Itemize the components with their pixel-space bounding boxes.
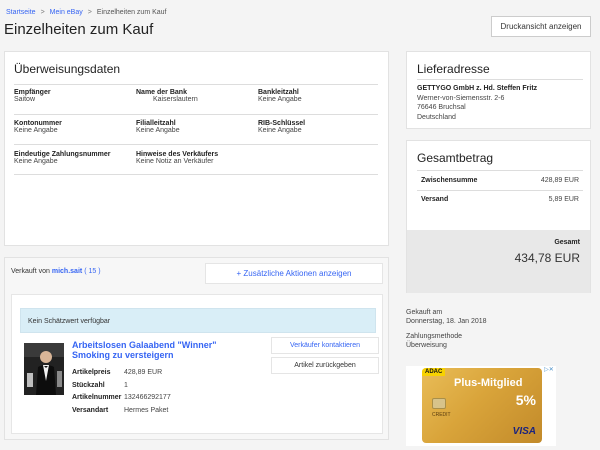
detail-value: 1 bbox=[124, 381, 128, 389]
breadcrumb-separator: > bbox=[40, 9, 45, 16]
item-panel: Kein Schätzwert verfügbar Arbeitslosen G… bbox=[11, 294, 383, 434]
divider bbox=[14, 174, 378, 175]
subtotal-row: Zwischensumme 428,89 EUR bbox=[421, 177, 579, 184]
return-item-button[interactable]: Artikel zurückgeben bbox=[271, 357, 379, 374]
seller-prefix: Verkauft von bbox=[11, 268, 50, 275]
address-city: 76646 Bruchsal bbox=[417, 104, 466, 111]
subtotal-label: Zwischensumme bbox=[421, 177, 478, 184]
total-amount-card: Gesamtbetrag Zwischensumme 428,89 EUR Ve… bbox=[406, 140, 591, 293]
field-label: Filialleitzahl bbox=[136, 120, 176, 127]
subtotal-value: 428,89 EUR bbox=[540, 177, 579, 184]
field-account-number: Kontonummer Keine Angabe bbox=[14, 120, 62, 134]
purchase-date-label: Gekauft am bbox=[406, 309, 443, 316]
shipping-label: Versand bbox=[421, 196, 449, 203]
delivery-address-card: Lieferadresse GETTYGO GmbH z. Hd. Steffe… bbox=[406, 51, 591, 129]
field-seller-notes: Hinweise des Verkäufers Keine Notiz an V… bbox=[136, 151, 218, 165]
ad-headline: Plus-Mitglied bbox=[454, 377, 523, 389]
breadcrumb-home-link[interactable]: Startseite bbox=[6, 9, 36, 16]
contact-seller-button[interactable]: Verkäufer kontaktieren bbox=[271, 337, 379, 354]
shipping-row: Versand 5,89 EUR bbox=[421, 196, 579, 203]
grand-total-label: Gesamt bbox=[554, 239, 580, 246]
field-bank-code: Bankleitzahl Keine Angabe bbox=[258, 89, 302, 103]
detail-value: 132466292177 bbox=[124, 394, 171, 401]
payment-method-value: Überweisung bbox=[406, 342, 447, 349]
field-value: Keine Notiz an Verkäufer bbox=[136, 158, 214, 165]
field-label: RIB-Schlüssel bbox=[258, 120, 306, 127]
grand-total-box: Gesamt 434,78 EUR bbox=[407, 230, 590, 293]
estimate-banner: Kein Schätzwert verfügbar bbox=[20, 308, 376, 333]
field-label: Bankleitzahl bbox=[258, 89, 299, 96]
ad-choices-icon[interactable]: ▷✕ bbox=[544, 366, 554, 374]
field-label: Kontonummer bbox=[14, 120, 62, 127]
divider bbox=[417, 190, 583, 191]
field-payment-reference: Eindeutige Zahlungsnummer Keine Angabe bbox=[14, 151, 110, 165]
page-title: Einzelheiten zum Kauf bbox=[4, 21, 154, 38]
payment-method-label: Zahlungsmethode bbox=[406, 333, 463, 340]
detail-quantity: Stückzahl 1 bbox=[72, 380, 171, 393]
field-bank-name: Name der Bank Kaiserslautern bbox=[136, 89, 198, 103]
divider bbox=[14, 144, 378, 145]
field-rib-key: RIB-Schlüssel Keine Angabe bbox=[258, 120, 305, 134]
ad-network: VISA bbox=[512, 426, 536, 437]
ad-credit-card: ADAC Plus-Mitglied 5% CREDIT VISA bbox=[422, 368, 542, 443]
divider bbox=[14, 114, 378, 115]
ad-brand: ADAC bbox=[422, 368, 446, 376]
seller-info: Verkauft von mich.sait ( 15 ) bbox=[11, 268, 101, 275]
transfer-details-title: Überweisungsdaten bbox=[14, 62, 121, 76]
address-country: Deutschland bbox=[417, 113, 456, 121]
item-title-link[interactable]: Arbeitslosen Galaabend "Winner" Smoking … bbox=[72, 340, 252, 360]
advertisement[interactable]: ▷✕ ADAC Plus-Mitglied 5% CREDIT VISA bbox=[406, 366, 556, 446]
address-street: Werner-von-Siemensstr. 2-6 bbox=[417, 94, 505, 102]
tuxedo-photo-icon bbox=[24, 343, 64, 395]
detail-shipping-method: Versandart Hermes Paket bbox=[72, 405, 171, 418]
total-amount-title: Gesamtbetrag bbox=[417, 151, 494, 165]
field-value: Saitow bbox=[14, 96, 36, 103]
delivery-address-title: Lieferadresse bbox=[417, 62, 490, 76]
order-card: Verkauft von mich.sait ( 15 ) + Zusätzli… bbox=[4, 257, 389, 440]
field-value: Keine Angabe bbox=[136, 127, 180, 134]
purchase-date-value: Donnerstag, 18. Jan 2018 bbox=[406, 318, 487, 325]
field-value: Keine Angabe bbox=[14, 127, 58, 134]
field-label: Empfänger bbox=[14, 89, 51, 96]
detail-value: 428,89 EUR bbox=[124, 369, 163, 376]
divider bbox=[14, 84, 378, 85]
field-label: Hinweise des Verkäufers bbox=[136, 151, 219, 158]
address-name: GETTYGO GmbH z. Hd. Steffen Fritz bbox=[417, 85, 538, 92]
chip-icon bbox=[432, 398, 446, 409]
detail-label: Artikelnummer bbox=[72, 394, 122, 401]
field-label: Eindeutige Zahlungsnummer bbox=[14, 151, 111, 158]
ad-card-type: CREDIT bbox=[432, 412, 451, 418]
detail-price: Artikelpreis 428,89 EUR bbox=[72, 367, 171, 380]
item-thumbnail[interactable] bbox=[24, 343, 64, 395]
divider bbox=[417, 79, 583, 80]
field-value: Keine Angabe bbox=[14, 158, 58, 165]
address-block: GETTYGO GmbH z. Hd. Steffen Fritz Werner… bbox=[417, 84, 537, 122]
purchase-info: Gekauft am Donnerstag, 18. Jan 2018 Zahl… bbox=[406, 308, 487, 350]
more-actions-button[interactable]: + Zusätzliche Aktionen anzeigen bbox=[205, 263, 383, 284]
detail-label: Artikelpreis bbox=[72, 369, 111, 376]
ad-percent: 5% bbox=[515, 392, 536, 408]
breadcrumb-current: Einzelheiten zum Kauf bbox=[96, 9, 167, 16]
grand-total-value: 434,78 EUR bbox=[514, 251, 580, 265]
field-value: Keine Angabe bbox=[258, 96, 302, 103]
transfer-details-card: Überweisungsdaten Empfänger Saitow Name … bbox=[4, 51, 389, 246]
field-branch-code: Filialleitzahl Keine Angabe bbox=[136, 120, 180, 134]
field-value: Kaiserslautern bbox=[153, 96, 198, 103]
seller-name-link[interactable]: mich.sait bbox=[52, 268, 82, 275]
breadcrumb: Startseite > Mein eBay > Einzelheiten zum Ka… bbox=[6, 9, 167, 16]
breadcrumb-separator: > bbox=[87, 9, 92, 16]
seller-rating-link[interactable]: ( 15 ) bbox=[84, 268, 100, 275]
breadcrumb-my-ebay-link[interactable]: Mein eBay bbox=[50, 9, 83, 16]
detail-value: Hermes Paket bbox=[124, 406, 169, 414]
field-value: Keine Angabe bbox=[258, 127, 302, 134]
detail-label: Stückzahl bbox=[72, 381, 105, 389]
shipping-value: 5,89 EUR bbox=[548, 196, 579, 203]
divider bbox=[417, 170, 583, 171]
print-view-button[interactable]: Druckansicht anzeigen bbox=[491, 16, 591, 37]
detail-item-number: Artikelnummer 132466292177 bbox=[72, 392, 171, 405]
field-recipient: Empfänger Saitow bbox=[14, 89, 51, 103]
item-details: Artikelpreis 428,89 EUR Stückzahl 1 Arti… bbox=[72, 367, 171, 417]
detail-label: Versandart bbox=[72, 406, 109, 414]
field-label: Name der Bank bbox=[136, 89, 187, 96]
